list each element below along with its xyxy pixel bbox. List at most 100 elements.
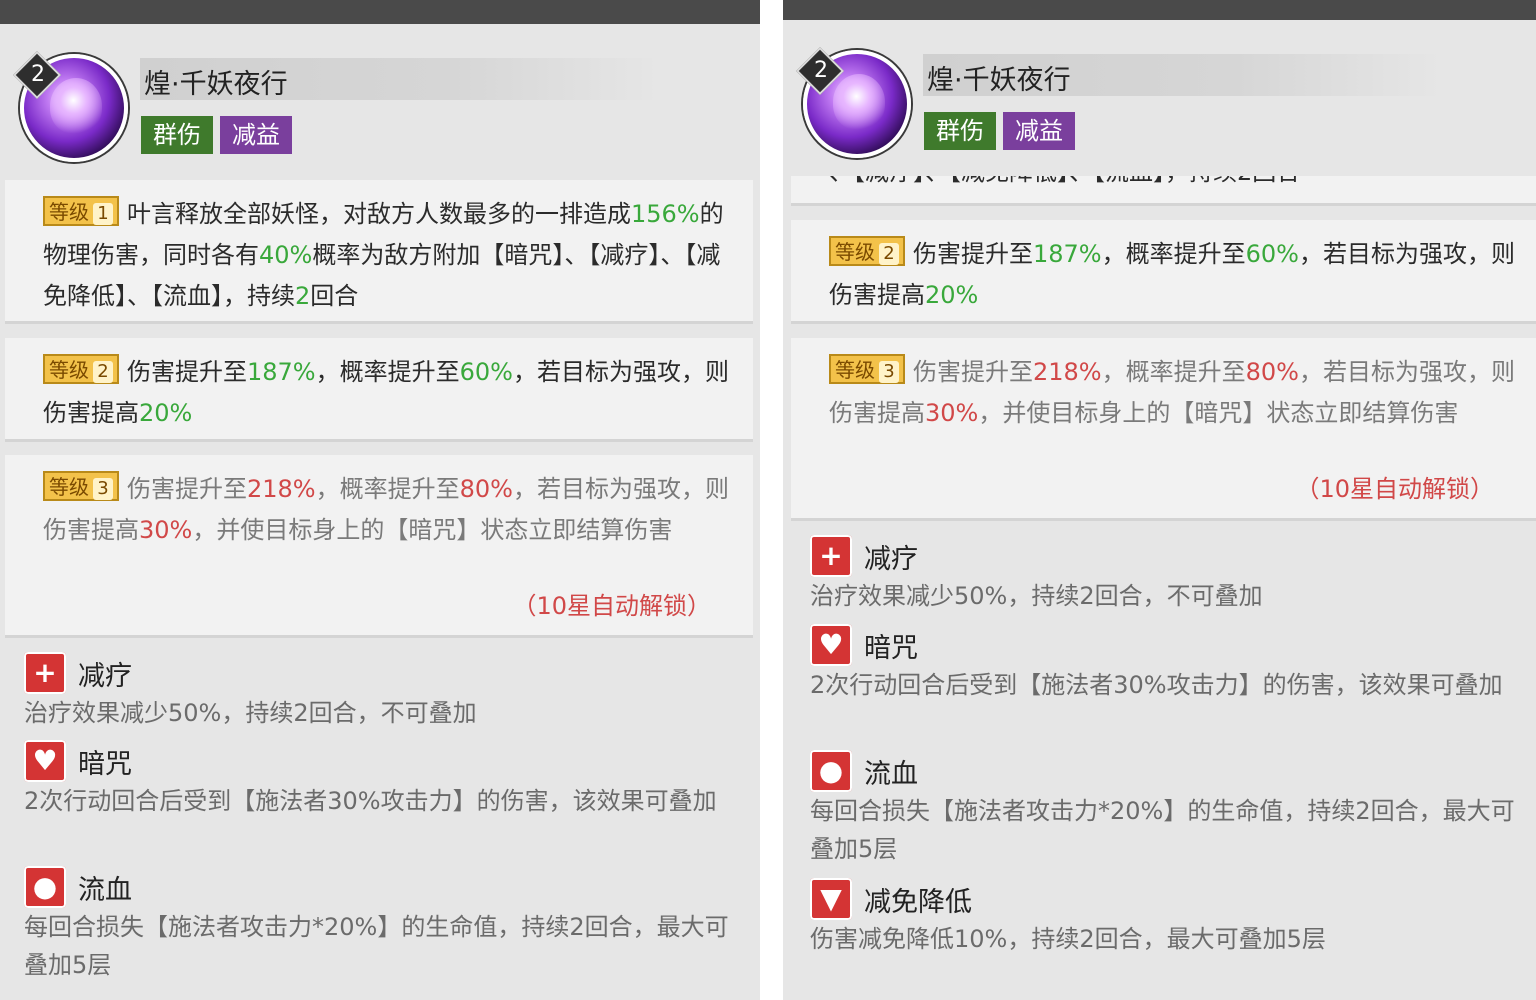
level-badge-label: 等级 [49,475,89,499]
level-text-segment: 20% [139,399,193,427]
level-text-segment: ，并使目标身上的【暗咒】状态立即结算伤害 [192,516,673,544]
level-description: 等级 2 伤害提升至187%，概率提升至60%，若目标为强攻，则伤害提高20% [829,234,1516,316]
effect-heal-reduction: + 减疗治疗效果减少50%，持续2回合，不可叠加 [24,652,744,732]
level-text-segment: 60% [459,358,513,386]
skill-name-bar: 煌·千妖夜行 [923,54,1443,96]
level-badge-number: 3 [93,478,113,500]
level-badge-number: 2 [879,243,899,265]
level-badge-number: 2 [93,361,113,383]
skill-header: 2 煌·千妖夜行 群伤 减益 [0,24,760,174]
level-card-1-cut: 、【减疗】、【减免降低】、【流血】，持续2回合 [791,176,1536,206]
level-description: 等级 2 伤害提升至187%，概率提升至60%，若目标为强攻，则伤害提高20% [43,352,733,434]
level-text-segment: ，概率提升至 [1101,358,1246,386]
effect-description: 每回合损失【施法者攻击力*20%】的生命值，持续2回合，最大可叠加5层 [810,797,1515,863]
level-badge-label: 等级 [49,358,89,382]
tag-debuff: 减益 [220,116,292,154]
effect-description: 治疗效果减少50%，持续2回合，不可叠加 [24,699,477,727]
skill-icon-wrap[interactable]: 2 [12,50,128,162]
level-badge-label: 等级 [835,358,875,382]
curse-icon: ♥ [810,624,852,666]
effect-description: 伤害减免降低10%，持续2回合，最大可叠加5层 [810,925,1326,953]
level-text-segment: 叶言释放全部妖怪，对敌方人数最多的一排造成 [127,200,631,228]
effect-icon-glyph: ● [818,754,844,787]
heal-reduction-icon: + [24,652,66,694]
effect-damage-reduction-down: ▼ 减免降低伤害减免降低10%，持续2回合，最大可叠加5层 [810,878,1522,958]
level-description: 等级 3 伤害提升至218%，概率提升至80%，若目标为强攻，则伤害提高30%，并使… [43,469,733,551]
bleed-icon: ● [810,750,852,792]
effect-name: 减疗 [78,660,132,692]
effect-icon-glyph: + [33,656,57,689]
level-text-segment: 60% [1245,240,1299,268]
skill-name: 煌·千妖夜行 [927,65,1071,96]
bleed-icon: ● [24,866,66,908]
level-badge: 等级 2 [43,354,119,384]
level-text-segment: ，概率提升至 [315,358,460,386]
skill-header: 2 煌·千妖夜行 群伤 减益 [783,20,1536,170]
level-card-3: 等级 3 伤害提升至218%，概率提升至80%，若目标为强攻，则伤害提高30%，并使… [791,338,1536,521]
level-badge: 等级 3 [43,471,119,501]
effect-header: ● 流血 [24,866,744,908]
effect-header: ● 流血 [810,750,1522,792]
effect-header: + 减疗 [24,652,744,694]
level-text-segment: ，并使目标身上的【暗咒】状态立即结算伤害 [978,399,1459,427]
effect-header: + 减疗 [810,535,1522,577]
skill-name-bar: 煌·千妖夜行 [140,58,660,100]
level-text-segment: 伤害提升至 [913,240,1033,268]
level-text-segment: 回合 [310,282,359,310]
level-text-segment: 80% [459,475,513,503]
level-card-3: 等级 3 伤害提升至218%，概率提升至80%，若目标为强攻，则伤害提高30%，并使… [5,455,753,638]
curse-icon: ♥ [24,740,66,782]
effect-curse: ♥ 暗咒 2次行动回合后受到【施法者30%攻击力】的伤害，该效果可叠加 [810,624,1522,704]
effect-bleed: ● 流血每回合损失【施法者攻击力*20%】的生命值，持续2回合，最大可叠加5层 [810,750,1522,868]
effect-icon-glyph: ♥ [32,744,58,777]
tag-aoe: 群伤 [924,112,996,150]
skill-level-number: 2 [814,58,828,83]
effect-heal-reduction: + 减疗治疗效果减少50%，持续2回合，不可叠加 [810,535,1522,615]
effect-description: 治疗效果减少50%，持续2回合，不可叠加 [810,582,1263,610]
level-text-segment: 30% [925,399,979,427]
level-text-segment: 伤害提升至 [913,358,1033,386]
level-text-segment: 187% [247,358,316,386]
level-badge: 等级 2 [829,236,905,266]
unlock-note: （10星自动解锁） [1295,475,1494,503]
level-badge: 等级 1 [43,196,119,226]
right-skill-panel: 2 煌·千妖夜行 群伤 减益 、【减疗】、【减免降低】、【流血】，持续2回合 等… [783,0,1536,1000]
effect-name: 流血 [864,758,918,790]
effect-header: ▼ 减免降低 [810,878,1522,920]
skill-tags: 群伤 减益 [141,116,292,154]
left-skill-panel: 2 煌·千妖夜行 群伤 减益 等级 1 叶言释放全部妖怪，对敌方人数最多的一排造成 1… [0,0,760,1000]
effect-description: 2次行动回合后受到【施法者30%攻击力】的伤害，该效果可叠加 [24,787,717,815]
level-card-1: 等级 1 叶言释放全部妖怪，对敌方人数最多的一排造成156%的物理伤害，同时各有40… [5,180,753,324]
level-text-segment: 2 [295,282,311,310]
skill-icon-wrap[interactable]: 2 [795,46,911,158]
effect-icon-glyph: ● [32,870,58,903]
skill-tags: 群伤 减益 [924,112,1075,150]
top-bar [783,0,1536,20]
level-badge: 等级 3 [829,354,905,384]
level-text-segment: ，概率提升至 [315,475,460,503]
effect-name: 暗咒 [78,748,132,780]
top-bar [0,0,760,24]
level-text-segment: 伤害提升至 [127,358,247,386]
level-card-2: 等级 2 伤害提升至187%，概率提升至60%，若目标为强攻，则伤害提高20% [5,338,753,442]
level-text-segment: 218% [247,475,316,503]
level-text-segment: 30% [139,516,193,544]
level-text-segment: 伤害提升至 [127,475,247,503]
skill-name: 煌·千妖夜行 [144,69,288,100]
level-badge-label: 等级 [49,200,89,224]
effect-description: 每回合损失【施法者攻击力*20%】的生命值，持续2回合，最大可叠加5层 [24,913,729,979]
level-text-segment: 187% [1033,240,1102,268]
effect-icon-glyph: ♥ [818,628,844,661]
effect-name: 减疗 [864,543,918,575]
level-text-segment: 80% [1245,358,1299,386]
level-description: 等级 3 伤害提升至218%，概率提升至80%，若目标为强攻，则伤害提高30%，并使… [829,352,1516,434]
level-badge-label: 等级 [835,240,875,264]
effect-header: ♥ 暗咒 [24,740,744,782]
effect-icon-glyph: ▼ [820,882,842,915]
level-text-segment: 20% [925,281,979,309]
unlock-note: （10星自动解锁） [512,592,711,620]
skill-level-number: 2 [31,62,45,87]
level-text-segment: 40% [259,241,313,269]
effect-header: ♥ 暗咒 [810,624,1522,666]
effect-icon-glyph: + [819,539,843,572]
